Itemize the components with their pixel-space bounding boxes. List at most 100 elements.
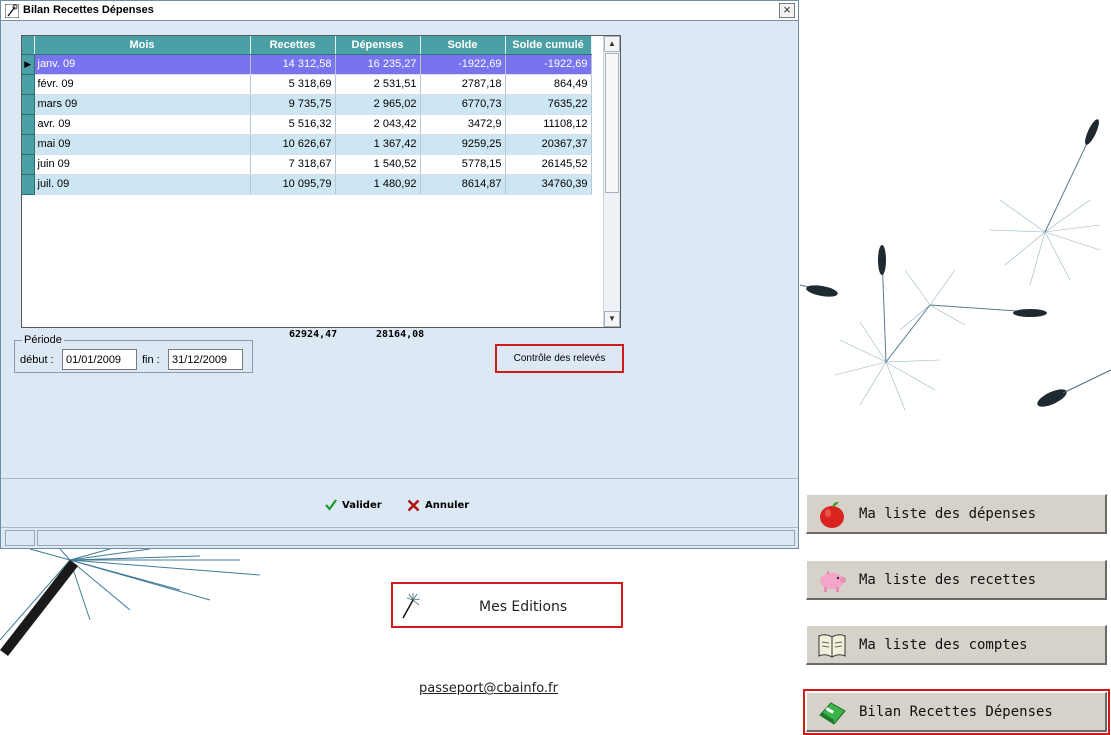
menu-label: Bilan Recettes Dépenses	[859, 703, 1053, 720]
table-row[interactable]: avr. 09 5 516,32 2 043,42 3472,9 11108,12	[22, 114, 592, 135]
mes-editions-button[interactable]: Mes Editions	[391, 582, 623, 628]
cell-solde-cumule[interactable]: 7635,22	[505, 94, 592, 115]
cell-recettes[interactable]: 14 312,58	[250, 54, 336, 75]
column-header-solde-cumule[interactable]: Solde cumulé	[505, 36, 592, 55]
cell-solde-cumule[interactable]: 864,49	[505, 74, 592, 95]
table-row[interactable]: juin 09 7 318,67 1 540,52 5778,15 26145,52	[22, 154, 592, 175]
cell-recettes[interactable]: 7 318,67	[250, 154, 336, 175]
table-row[interactable]: juil. 09 10 095,79 1 480,92 8614,87 34760,39	[22, 174, 592, 195]
cell-mois[interactable]: juil. 09	[34, 174, 251, 195]
cell-mois[interactable]: janv. 09	[34, 54, 251, 75]
piggy-bank-icon	[820, 569, 846, 592]
vertical-scrollbar[interactable]: ▲ ▼	[603, 36, 620, 327]
title-bar[interactable]: Bilan Recettes Dépenses ×	[1, 1, 798, 21]
bilan-table: Mois Recettes Dépenses Solde Solde cumul…	[22, 36, 592, 195]
row-indicator[interactable]	[22, 154, 35, 175]
cell-solde-cumule[interactable]: 11108,12	[505, 114, 592, 135]
cell-mois[interactable]: févr. 09	[34, 74, 251, 95]
column-header-recettes[interactable]: Recettes	[250, 36, 336, 55]
status-bar	[1, 527, 798, 548]
cell-recettes[interactable]: 5 516,32	[250, 114, 336, 135]
cell-solde[interactable]: 6770,73	[420, 94, 506, 115]
controle-releves-button[interactable]: Contrôle des relevés	[495, 344, 624, 373]
close-icon: ×	[783, 2, 791, 17]
bilan-dialog: Bilan Recettes Dépenses × Mois Recettes …	[0, 0, 799, 549]
cell-solde[interactable]: 2787,18	[420, 74, 506, 95]
annuler-button[interactable]: Annuler	[407, 497, 469, 513]
periode-legend: Période	[22, 334, 64, 346]
cell-depenses[interactable]: 2 531,51	[335, 74, 421, 95]
row-indicator[interactable]	[22, 94, 35, 115]
menu-label: Ma liste des comptes	[859, 636, 1028, 653]
cell-solde-cumule[interactable]: 20367,37	[505, 134, 592, 155]
apple-icon	[820, 501, 844, 528]
status-segment	[5, 530, 35, 546]
cell-solde[interactable]: 9259,25	[420, 134, 506, 155]
header-row: Mois Recettes Dépenses Solde Solde cumul…	[22, 36, 592, 55]
table-row[interactable]: ▶ janv. 09 14 312,58 16 235,27 -1922,69 -1922…	[22, 54, 592, 75]
cell-solde[interactable]: 3472,9	[420, 114, 506, 135]
total-depenses: 28164,08	[376, 329, 425, 340]
cell-solde-cumule[interactable]: 26145,52	[505, 154, 592, 175]
bilan-grid[interactable]: Mois Recettes Dépenses Solde Solde cumul…	[21, 35, 621, 328]
dandelion-icon	[5, 4, 19, 18]
row-indicator[interactable]	[22, 134, 35, 155]
scroll-up-arrow-icon[interactable]: ▲	[604, 36, 620, 52]
fin-date-input[interactable]	[168, 349, 243, 370]
email-link[interactable]: passeport@cbainfo.fr	[419, 681, 558, 696]
valider-label: Valider	[342, 499, 382, 511]
mes-editions-label: Mes Editions	[479, 599, 568, 615]
cell-mois[interactable]: avr. 09	[34, 114, 251, 135]
cross-icon	[407, 499, 420, 511]
cell-depenses[interactable]: 2 043,42	[335, 114, 421, 135]
periode-group: Période début : fin :	[14, 334, 253, 373]
scroll-thumb[interactable]	[605, 53, 619, 193]
table-row[interactable]: mai 09 10 626,67 1 367,42 9259,25 20367,37	[22, 134, 592, 155]
menu-liste-comptes-button[interactable]: Ma liste des comptes	[806, 625, 1107, 665]
cell-solde-cumule[interactable]: 34760,39	[505, 174, 592, 195]
cell-solde[interactable]: 8614,87	[420, 174, 506, 195]
debut-label: début :	[20, 354, 54, 366]
menu-bilan-button[interactable]: Bilan Recettes Dépenses	[803, 689, 1110, 735]
cell-depenses[interactable]: 16 235,27	[335, 54, 421, 75]
cell-mois[interactable]: mars 09	[34, 94, 251, 115]
valider-button[interactable]: Valider	[325, 497, 382, 513]
cell-depenses[interactable]: 1 480,92	[335, 174, 421, 195]
menu-label: Ma liste des dépenses	[859, 505, 1037, 522]
debut-date-input[interactable]	[62, 349, 137, 370]
annuler-label: Annuler	[425, 499, 470, 511]
cell-recettes[interactable]: 10 626,67	[250, 134, 336, 155]
cell-solde-cumule[interactable]: -1922,69	[505, 54, 592, 75]
row-indicator[interactable]	[22, 74, 35, 95]
cell-solde[interactable]: 5778,15	[420, 154, 506, 175]
cell-depenses[interactable]: 1 540,52	[335, 154, 421, 175]
close-button[interactable]: ×	[779, 3, 795, 18]
dialog-button-bar: Valider Annuler	[1, 478, 798, 526]
column-header-depenses[interactable]: Dépenses	[335, 36, 421, 55]
row-indicator[interactable]	[22, 114, 35, 135]
cell-mois[interactable]: juin 09	[34, 154, 251, 175]
scroll-down-arrow-icon[interactable]: ▼	[604, 311, 620, 327]
menu-liste-depenses-button[interactable]: Ma liste des dépenses	[806, 494, 1107, 534]
cell-depenses[interactable]: 1 367,42	[335, 134, 421, 155]
menu-liste-recettes-button[interactable]: Ma liste des recettes	[806, 560, 1107, 600]
menu-label: Ma liste des recettes	[859, 571, 1037, 588]
cell-mois[interactable]: mai 09	[34, 134, 251, 155]
column-header-solde[interactable]: Solde	[420, 36, 506, 55]
cell-depenses[interactable]: 2 965,02	[335, 94, 421, 115]
cell-solde[interactable]: -1922,69	[420, 54, 506, 75]
controle-releves-label: Contrôle des relevés	[513, 353, 606, 364]
fin-label: fin :	[142, 354, 160, 366]
status-segment	[37, 530, 795, 546]
book-icon	[818, 633, 846, 658]
cell-recettes[interactable]: 10 095,79	[250, 174, 336, 195]
row-pointer-icon[interactable]: ▶	[22, 54, 35, 75]
row-indicator[interactable]	[22, 174, 35, 195]
cell-recettes[interactable]: 5 318,69	[250, 74, 336, 95]
dandelion-icon	[402, 593, 421, 619]
cell-recettes[interactable]: 9 735,75	[250, 94, 336, 115]
table-row[interactable]: mars 09 9 735,75 2 965,02 6770,73 7635,22	[22, 94, 592, 115]
table-row[interactable]: févr. 09 5 318,69 2 531,51 2787,18 864,49	[22, 74, 592, 95]
column-header-mois[interactable]: Mois	[34, 36, 251, 55]
eraser-icon	[819, 701, 846, 725]
